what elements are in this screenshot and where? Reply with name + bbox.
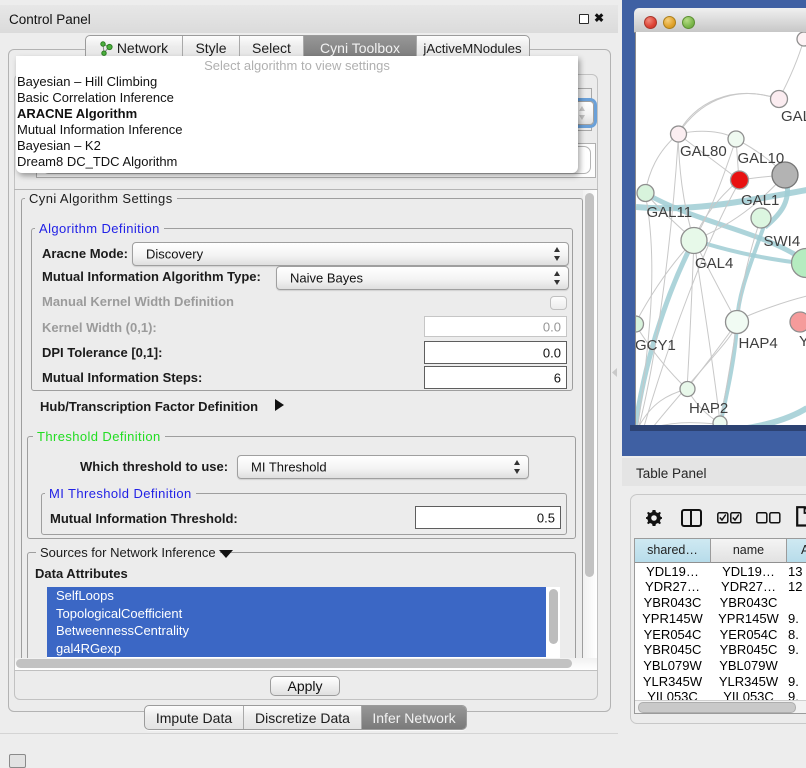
svg-text:HAP2: HAP2 (689, 400, 728, 417)
svg-text:GAL4: GAL4 (695, 255, 733, 272)
svg-text:GAL80: GAL80 (680, 143, 727, 160)
svg-text:GAL11: GAL11 (647, 204, 693, 221)
svg-text:GCY1: GCY1 (636, 337, 676, 354)
svg-text:GAL10: GAL10 (738, 150, 785, 167)
svg-text:HAP4: HAP4 (739, 335, 778, 352)
svg-text:Y: Y (799, 333, 806, 350)
svg-text:SWI4: SWI4 (764, 233, 801, 250)
svg-text:GAL1: GAL1 (741, 192, 779, 209)
svg-text:GAL7: GAL7 (781, 108, 806, 125)
